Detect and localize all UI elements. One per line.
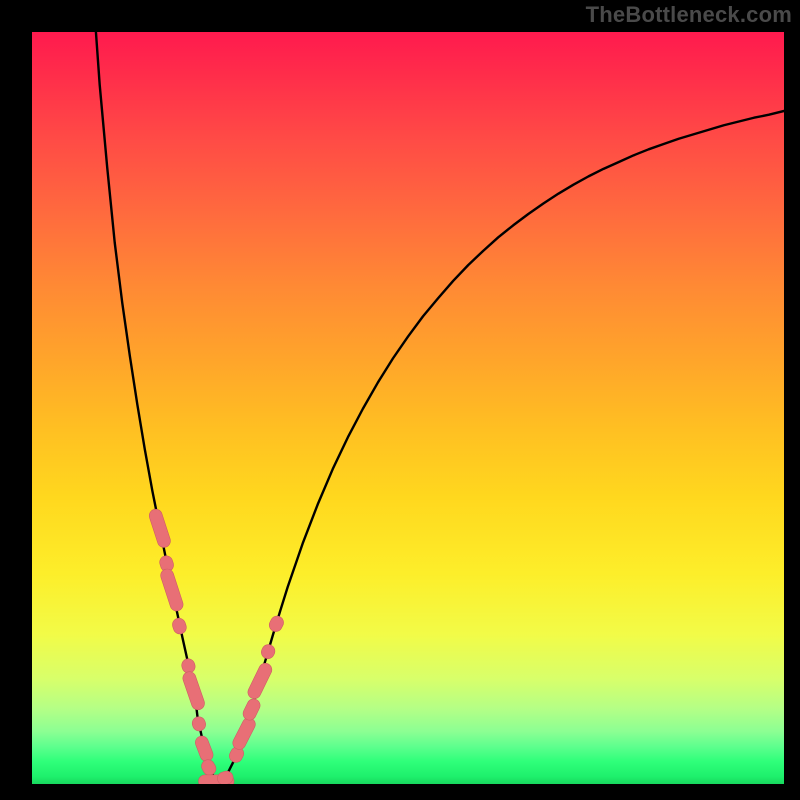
data-markers — [148, 508, 286, 784]
data-marker — [148, 508, 173, 550]
data-marker — [181, 670, 206, 712]
data-marker — [241, 697, 262, 723]
plot-area — [32, 32, 784, 784]
data-marker — [159, 567, 185, 612]
bottleneck-curve — [96, 32, 784, 782]
data-marker — [190, 715, 207, 733]
data-marker — [199, 757, 218, 777]
data-marker — [193, 734, 214, 763]
data-marker — [231, 716, 258, 752]
watermark-text: TheBottleneck.com — [586, 2, 792, 28]
chart-svg — [32, 32, 784, 784]
data-marker — [246, 661, 274, 701]
data-marker — [267, 614, 286, 634]
chart-frame: TheBottleneck.com — [0, 0, 800, 800]
data-marker — [171, 617, 188, 636]
data-marker — [259, 642, 277, 660]
